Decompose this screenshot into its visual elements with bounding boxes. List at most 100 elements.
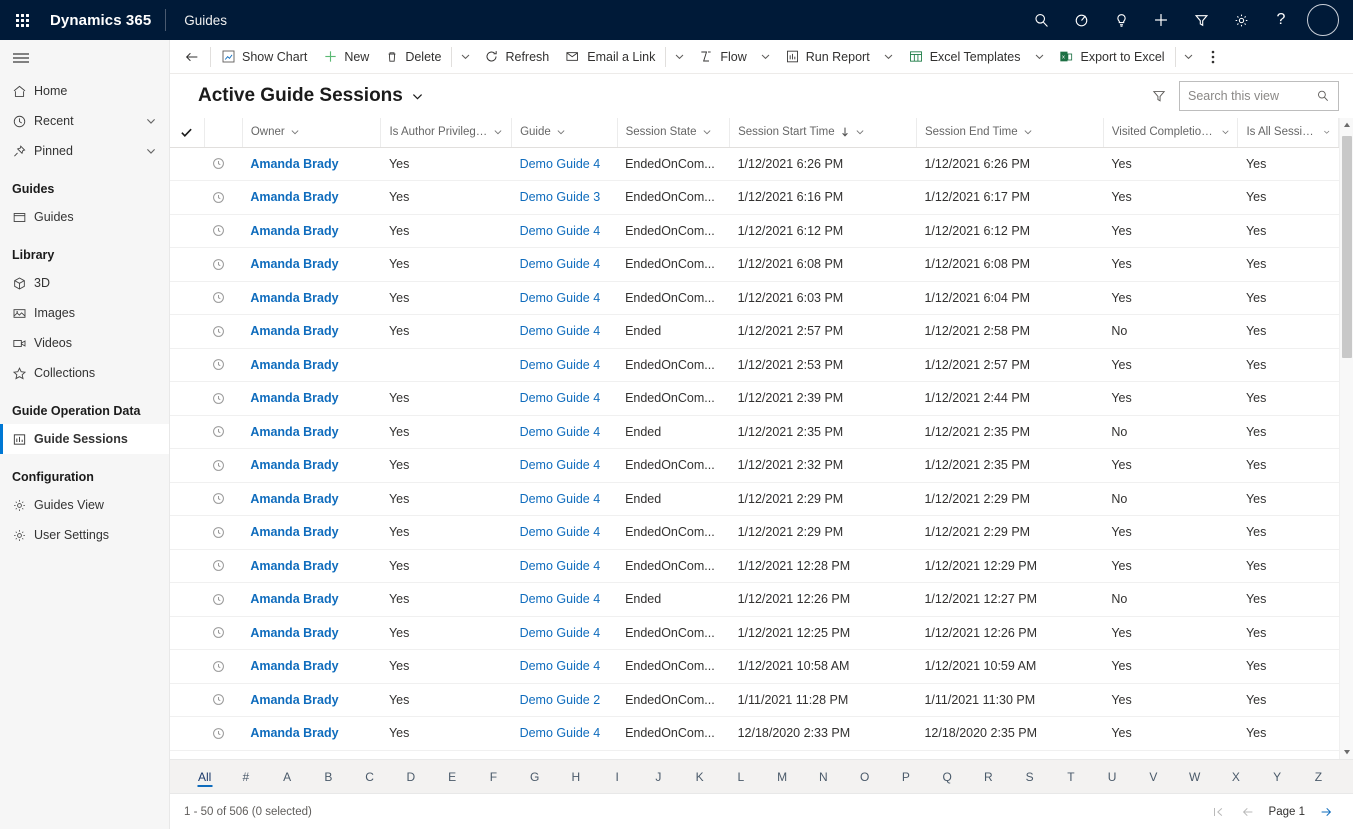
column-header-visited-completion[interactable]: Visited Completion S...: [1103, 118, 1239, 148]
previous-page-button[interactable]: [1235, 799, 1261, 825]
alpha-filter-h[interactable]: H: [555, 760, 596, 794]
row-select-cell[interactable]: [170, 214, 205, 248]
alpha-filter-b[interactable]: B: [308, 760, 349, 794]
cell-owner[interactable]: Amanda Brady: [242, 716, 381, 751]
alpha-filter-q[interactable]: Q: [927, 760, 968, 794]
table-row[interactable]: Amanda Brady Yes Demo Guide 3 EndedOnCom...…: [170, 180, 1339, 215]
alpha-filter-g[interactable]: G: [514, 760, 555, 794]
guide-link[interactable]: Demo Guide 4: [520, 425, 601, 439]
owner-link[interactable]: Amanda Brady: [250, 291, 338, 305]
column-header-is-author-privileged[interactable]: Is Author Privileged: [380, 118, 513, 148]
guide-link[interactable]: Demo Guide 4: [520, 659, 601, 673]
alpha-filter-i[interactable]: I: [597, 760, 638, 794]
alpha-filter-e[interactable]: E: [432, 760, 473, 794]
search-submit-button[interactable]: [1316, 89, 1330, 103]
scroll-up-button[interactable]: [1340, 118, 1353, 132]
owner-link[interactable]: Amanda Brady: [250, 592, 338, 606]
alpha-filter-n[interactable]: N: [803, 760, 844, 794]
row-select-cell[interactable]: [170, 180, 205, 215]
owner-link[interactable]: Amanda Brady: [250, 458, 338, 472]
sitemap-toggle-button[interactable]: [0, 40, 169, 76]
scrollbar-thumb[interactable]: [1341, 136, 1352, 358]
global-search-button[interactable]: [1021, 0, 1061, 40]
cell-guide[interactable]: Demo Guide 3: [511, 180, 618, 215]
email-a-link-dropdown-button[interactable]: [668, 41, 690, 73]
owner-link[interactable]: Amanda Brady: [250, 157, 338, 171]
grid-vertical-scrollbar[interactable]: [1339, 118, 1353, 759]
table-row[interactable]: Amanda Brady Yes Demo Guide 4 Ended 1/12/202…: [170, 582, 1339, 617]
row-select-cell[interactable]: [170, 716, 205, 751]
first-page-button[interactable]: [1205, 799, 1231, 825]
delete-button[interactable]: Delete: [377, 41, 449, 73]
cell-owner[interactable]: Amanda Brady: [242, 649, 381, 684]
search-input[interactable]: [1188, 89, 1310, 103]
row-select-cell[interactable]: [170, 147, 205, 181]
sidebar-item-guide-sessions[interactable]: Guide Sessions: [0, 424, 169, 454]
user-avatar[interactable]: [1307, 4, 1339, 36]
guide-link[interactable]: Demo Guide 3: [520, 190, 601, 204]
cell-owner[interactable]: Amanda Brady: [242, 683, 381, 717]
alpha-filter-j[interactable]: J: [638, 760, 679, 794]
view-selector[interactable]: Active Guide Sessions: [198, 85, 424, 107]
cell-owner[interactable]: Amanda Brady: [242, 616, 381, 650]
cell-guide[interactable]: Demo Guide 4: [511, 649, 618, 684]
guide-link[interactable]: Demo Guide 4: [520, 726, 601, 740]
row-select-cell[interactable]: [170, 616, 205, 650]
owner-link[interactable]: Amanda Brady: [250, 257, 338, 271]
alpha-filter-z[interactable]: Z: [1298, 760, 1339, 794]
row-select-cell[interactable]: [170, 448, 205, 483]
show-chart-button[interactable]: Show Chart: [213, 41, 315, 73]
alpha-filter-p[interactable]: P: [885, 760, 926, 794]
cell-guide[interactable]: Demo Guide 4: [511, 448, 618, 483]
row-select-cell[interactable]: [170, 515, 205, 550]
owner-link[interactable]: Amanda Brady: [250, 626, 338, 640]
cell-guide[interactable]: Demo Guide 4: [511, 281, 618, 315]
guide-link[interactable]: Demo Guide 2: [520, 693, 601, 707]
owner-link[interactable]: Amanda Brady: [250, 559, 338, 573]
guide-link[interactable]: Demo Guide 4: [520, 324, 601, 338]
cell-guide[interactable]: Demo Guide 4: [511, 381, 618, 416]
excel-templates-dropdown-button[interactable]: [1028, 41, 1050, 73]
excel-templates-button[interactable]: Excel Templates: [900, 41, 1029, 73]
sidebar-item-pinned[interactable]: Pinned: [0, 136, 169, 166]
cell-owner[interactable]: Amanda Brady: [242, 549, 381, 583]
guide-link[interactable]: Demo Guide 4: [520, 391, 601, 405]
cell-guide[interactable]: Demo Guide 4: [511, 214, 618, 248]
guide-link[interactable]: Demo Guide 4: [520, 157, 601, 171]
table-row[interactable]: Amanda Brady Yes Demo Guide 4 EndedOnCom...…: [170, 649, 1339, 684]
sidebar-item-images[interactable]: Images: [0, 298, 169, 328]
sidebar-item-user-settings[interactable]: User Settings: [0, 520, 169, 550]
cell-owner[interactable]: Amanda Brady: [242, 381, 381, 416]
table-row[interactable]: Amanda Brady Yes Demo Guide 4 EndedOnCom...…: [170, 147, 1339, 181]
table-row[interactable]: Amanda Brady Yes Demo Guide 4 EndedOnCom...…: [170, 549, 1339, 583]
chevron-down-icon[interactable]: [145, 115, 161, 127]
delete-dropdown-button[interactable]: [454, 41, 476, 73]
table-row[interactable]: Amanda Brady Yes Demo Guide 4 Ended 1/12/202…: [170, 415, 1339, 449]
alpha-filter-hash[interactable]: #: [225, 760, 266, 794]
more-commands-button[interactable]: [1200, 41, 1226, 73]
alpha-filter-m[interactable]: M: [762, 760, 803, 794]
cell-owner[interactable]: Amanda Brady: [242, 482, 381, 516]
alpha-filter-o[interactable]: O: [844, 760, 885, 794]
cell-owner[interactable]: Amanda Brady: [242, 448, 381, 483]
next-page-button[interactable]: [1313, 799, 1339, 825]
app-launcher-button[interactable]: [0, 0, 44, 40]
alpha-filter-k[interactable]: K: [679, 760, 720, 794]
guide-link[interactable]: Demo Guide 4: [520, 559, 601, 573]
owner-link[interactable]: Amanda Brady: [250, 693, 338, 707]
run-report-dropdown-button[interactable]: [878, 41, 900, 73]
cell-owner[interactable]: Amanda Brady: [242, 214, 381, 248]
owner-link[interactable]: Amanda Brady: [250, 525, 338, 539]
column-header-is-all-session-data[interactable]: Is All Session Da...: [1237, 118, 1339, 148]
alpha-filter-c[interactable]: C: [349, 760, 390, 794]
table-row[interactable]: Amanda Brady Yes Demo Guide 4 Ended 1/12/202…: [170, 482, 1339, 516]
settings-button[interactable]: [1221, 0, 1261, 40]
flow-button[interactable]: Flow: [690, 41, 754, 73]
row-select-cell[interactable]: [170, 381, 205, 416]
cell-owner[interactable]: Amanda Brady: [242, 281, 381, 315]
table-row[interactable]: Amanda Brady Yes Demo Guide 2 EndedOnCom...…: [170, 683, 1339, 717]
search-this-view-box[interactable]: [1179, 81, 1339, 111]
sidebar-item-guides-view[interactable]: Guides View: [0, 490, 169, 520]
owner-link[interactable]: Amanda Brady: [250, 190, 338, 204]
table-row[interactable]: Amanda Brady Yes Demo Guide 4 EndedOnCom...…: [170, 381, 1339, 416]
